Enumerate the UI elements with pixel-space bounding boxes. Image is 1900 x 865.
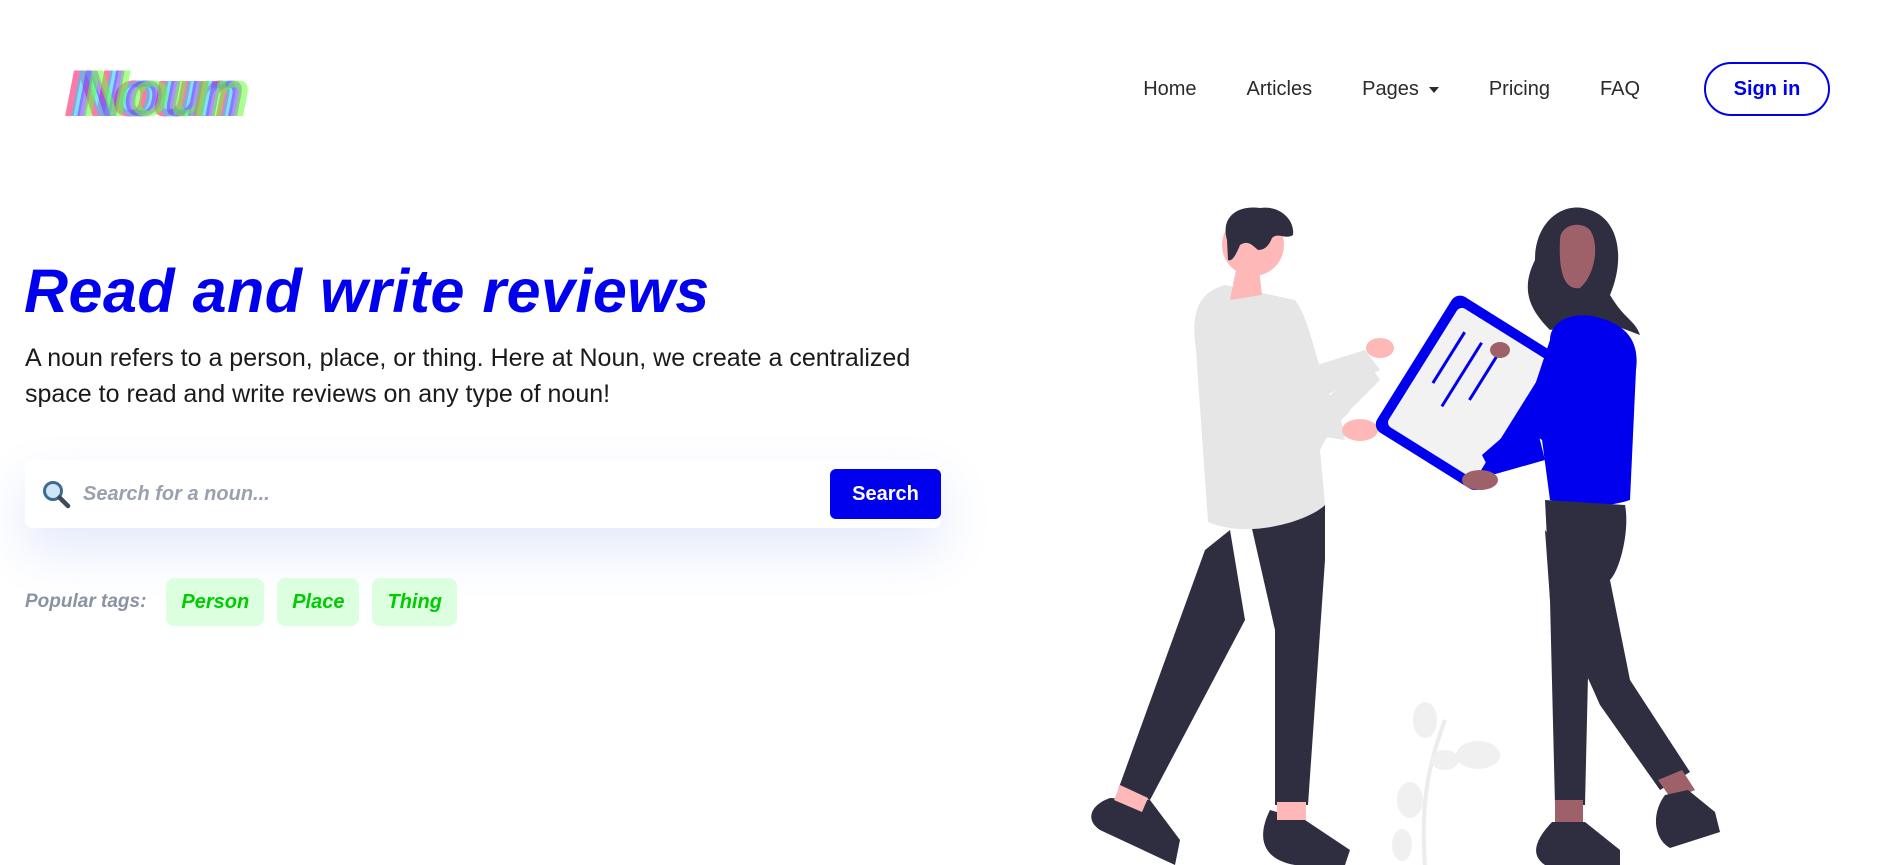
logo-graphic: Noun Noun Noun Noun	[64, 56, 251, 126]
plant-illustration	[1392, 702, 1500, 865]
page: Noun Noun Noun Noun Home Articles Pages …	[0, 0, 1900, 865]
search-button[interactable]: Search	[830, 469, 941, 519]
tag-thing[interactable]: Thing	[372, 578, 457, 626]
logo-text-layer-4: Noun	[82, 56, 251, 126]
search-bar: Search	[25, 460, 941, 528]
magnifier-icon	[39, 477, 73, 511]
logo[interactable]: Noun Noun Noun Noun	[64, 54, 300, 126]
nav-home[interactable]: Home	[1143, 78, 1196, 101]
hero-description: A noun refers to a person, place, or thi…	[25, 344, 911, 408]
tag-person[interactable]: Person	[166, 578, 265, 626]
nav-pages-label: Pages	[1362, 77, 1419, 100]
nav-pricing[interactable]: Pricing	[1489, 78, 1550, 101]
hero-illustration	[1080, 200, 1720, 865]
nav-pages-dropdown[interactable]: Pages	[1362, 78, 1439, 101]
woman-figure	[1462, 207, 1720, 865]
search-input[interactable]	[73, 469, 830, 519]
main-nav: Home Articles Pages Pricing FAQ Sign in	[1143, 62, 1830, 116]
popular-tags-label: Popular tags:	[25, 591, 147, 612]
nav-articles[interactable]: Articles	[1247, 78, 1313, 101]
popular-tags: Popular tags: Person Place Thing	[25, 578, 470, 626]
hero-title: Read and write reviews	[24, 257, 710, 325]
tag-place[interactable]: Place	[277, 578, 360, 626]
nav-faq[interactable]: FAQ	[1600, 78, 1640, 101]
sign-in-button[interactable]: Sign in	[1704, 62, 1830, 116]
man-figure	[1091, 207, 1394, 865]
chevron-down-icon	[1428, 87, 1439, 93]
